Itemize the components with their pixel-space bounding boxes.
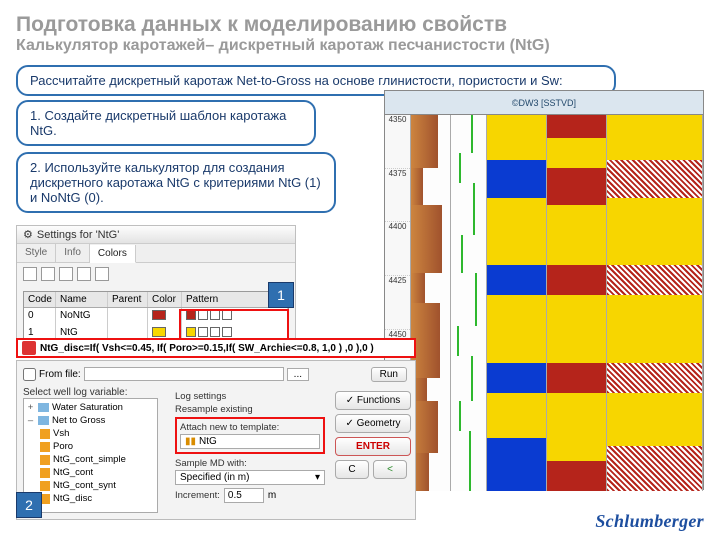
track-header: ©DW3 [SSTVD] <box>385 91 703 115</box>
attach-template-field[interactable]: ▮▮ NtG <box>180 434 320 449</box>
template-icon: ▮▮ <box>185 436 196 447</box>
formula-text: NtG_disc=If( Vsh<=0.45, If( Poro>=0.15,I… <box>40 343 374 354</box>
curve-track-1 <box>411 115 451 491</box>
tree-folder[interactable]: –Net to Gross <box>26 414 155 427</box>
tree-log[interactable]: NtG_cont_synt <box>26 479 155 492</box>
sample-label: Sample MD with: <box>175 458 325 469</box>
page-title: Подготовка данных к моделированию свойст… <box>16 12 704 37</box>
logo: Schlumberger <box>595 511 704 532</box>
browse-button[interactable]: ... <box>287 368 309 381</box>
tab-info[interactable]: Info <box>56 244 90 262</box>
formula-bar[interactable]: NtG_disc=If( Vsh<=0.45, If( Poro>=0.15,I… <box>16 338 416 358</box>
increment-input[interactable]: 0.5 <box>224 488 264 503</box>
well-log-panel: ©DW3 [SSTVD] 4350 4375 4400 4425 4450 44… <box>384 90 704 490</box>
log-settings-label: Log settings <box>175 391 325 402</box>
tab-style[interactable]: Style <box>17 244 56 262</box>
enter-button[interactable]: ENTER <box>335 437 411 456</box>
tree-log[interactable]: NtG_cont <box>26 466 155 479</box>
discrete-track-2 <box>547 115 607 491</box>
resample-label: Resample existing <box>175 404 325 415</box>
variable-tree[interactable]: +Water Saturation –Net to Gross Vsh Poro… <box>23 398 158 513</box>
geometry-button[interactable]: ✓ Geometry <box>335 414 411 433</box>
discrete-track-1 <box>487 115 547 491</box>
tab-colors[interactable]: Colors <box>90 245 136 263</box>
page-subtitle: Калькулятор каротажей– дискретный карота… <box>16 37 704 55</box>
settings-dialog: ⚙ Settings for 'NtG' Style Info Colors C… <box>16 225 296 350</box>
toolbar-icon[interactable] <box>95 267 109 281</box>
settings-titlebar: ⚙ Settings for 'NtG' <box>17 226 295 244</box>
callout-1: 1 <box>268 282 294 308</box>
tree-folder[interactable]: +Water Saturation <box>26 401 155 414</box>
run-button[interactable]: Run <box>371 367 407 382</box>
formula-icon <box>22 341 36 355</box>
sample-md-select[interactable]: Specified (in m)▾ <box>175 470 325 485</box>
curve-track-2 <box>451 115 487 491</box>
toolbar-icon[interactable] <box>59 267 73 281</box>
discrete-track-ntg <box>607 115 703 491</box>
increment-label: Increment: <box>175 490 220 501</box>
calculator-panel: From file: ... Run Select well log varia… <box>16 360 416 520</box>
from-file-row[interactable]: From file: ... <box>23 367 309 381</box>
toolbar-icon[interactable] <box>41 267 55 281</box>
tree-log[interactable]: NtG_cont_simple <box>26 453 155 466</box>
lt-button[interactable]: < <box>373 460 407 479</box>
clear-button[interactable]: C <box>335 460 369 479</box>
step-1-bubble: 1. Создайте дискретный шаблон каротажа N… <box>16 100 316 146</box>
callout-2: 2 <box>16 492 42 518</box>
toolbar-icon[interactable] <box>77 267 91 281</box>
gear-icon: ⚙ <box>23 228 33 241</box>
select-var-label: Select well log variable: <box>23 387 158 398</box>
step-2-bubble: 2. Используйте калькулятор для создания … <box>16 152 336 213</box>
from-file-checkbox[interactable] <box>23 368 36 381</box>
toolbar-icon[interactable] <box>23 267 37 281</box>
attach-label: Attach new to template: <box>180 422 320 433</box>
tree-log[interactable]: Poro <box>26 440 155 453</box>
functions-button[interactable]: ✓ Functions <box>335 391 411 410</box>
tree-log[interactable]: NtG_disc <box>26 492 155 505</box>
tree-log[interactable]: Vsh <box>26 427 155 440</box>
